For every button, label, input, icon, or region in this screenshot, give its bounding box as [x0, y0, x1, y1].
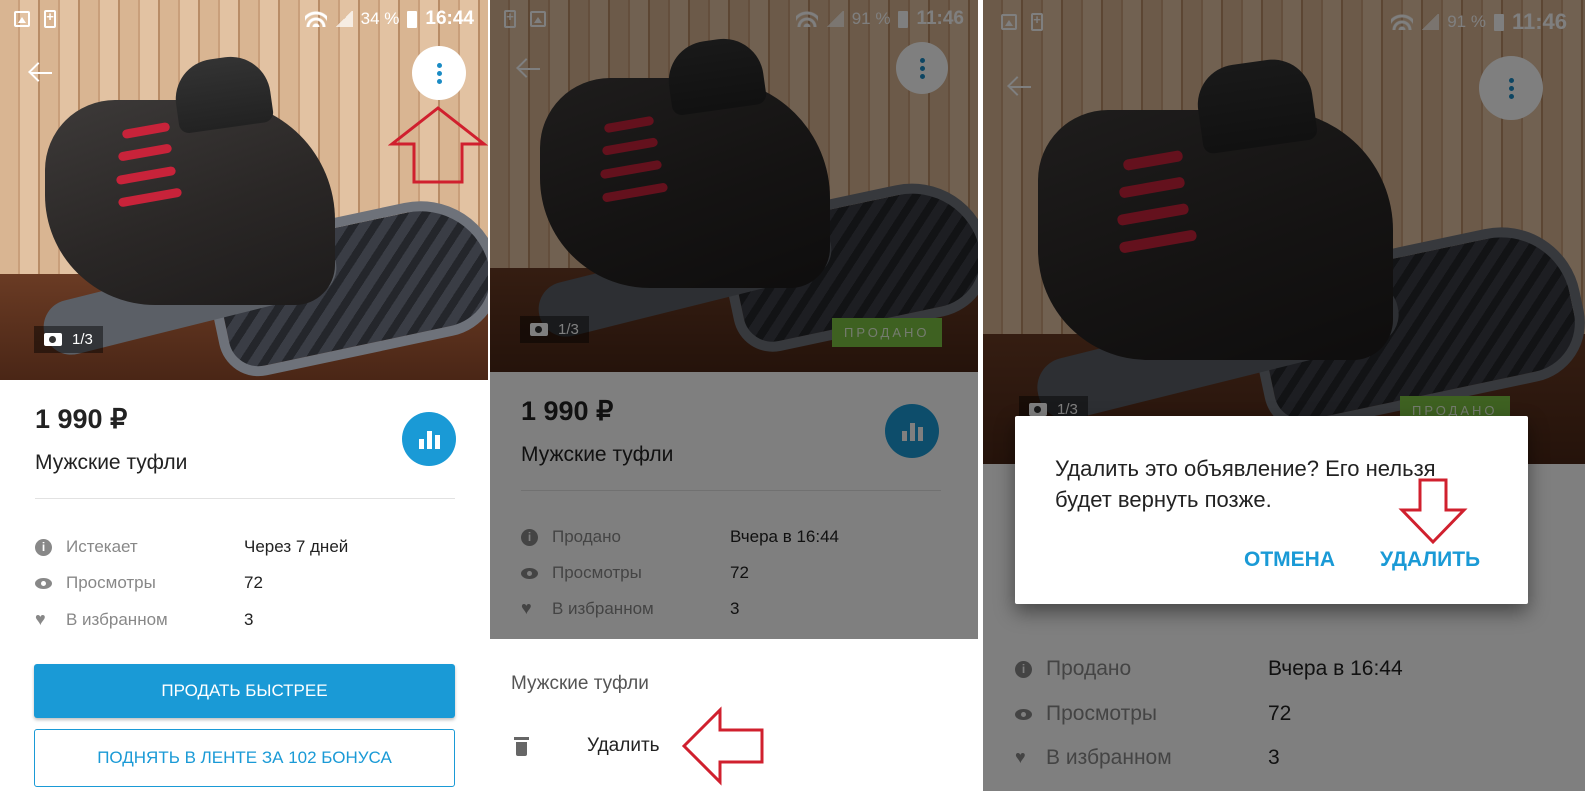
annotation-arrow-left — [681, 706, 764, 786]
screen-delete-confirm: 91 % 11:46 1/3 ПРОДАНО Продано Вчера в 1… — [983, 0, 1585, 791]
menu-item-delete-label: Удалить — [587, 735, 660, 756]
raise-in-feed-button[interactable]: ПОДНЯТЬ В ЛЕНТЕ ЗА 102 БОНУСА — [34, 729, 455, 787]
scrim[interactable] — [490, 0, 978, 639]
signal-icon — [334, 11, 353, 27]
wifi-icon — [304, 11, 327, 27]
status-bar: 34 % 16:44 — [0, 0, 488, 38]
scrim[interactable] — [983, 0, 1585, 791]
listing-photo[interactable]: 1/3 — [0, 0, 488, 380]
clock: 16:44 — [425, 8, 474, 29]
annotation-arrow-down — [1398, 478, 1468, 545]
delete-button[interactable]: УДАЛИТЬ — [1380, 548, 1480, 572]
annotation-arrow-up — [388, 106, 488, 184]
more-options-button[interactable] — [412, 46, 466, 100]
divider — [35, 498, 455, 499]
statistics-button[interactable] — [402, 412, 456, 466]
cancel-button[interactable]: ОТМЕНА — [1244, 548, 1335, 572]
gallery-notification-icon — [14, 11, 30, 27]
heart-icon — [35, 609, 52, 630]
eye-icon — [35, 575, 52, 592]
sheet-title: Мужские туфли — [511, 673, 649, 694]
info-row-expires: Истекает Через 7 дней — [35, 537, 348, 557]
battery-percent: 34 % — [360, 9, 400, 28]
menu-item-delete[interactable]: Удалить — [514, 735, 660, 757]
listing-title: Мужские туфли — [35, 451, 188, 474]
back-arrow-icon[interactable] — [28, 60, 54, 86]
battery-saver-icon — [44, 9, 56, 28]
sell-faster-button[interactable]: ПРОДАТЬ БЫСТРЕЕ — [34, 664, 455, 718]
info-icon — [35, 538, 52, 556]
screen-listing-details: 34 % 16:44 1/3 1 990 ₽ Мужские туфли Ист… — [0, 0, 488, 791]
trash-icon — [514, 736, 529, 756]
photo-counter: 1/3 — [34, 326, 103, 353]
camera-icon — [44, 333, 62, 346]
screen-delete-menu: 91 % 11:46 1/3 ПРОДАНО 1 990 ₽ Мужские т… — [490, 0, 978, 791]
battery-icon — [407, 10, 418, 28]
info-row-favorites: В избранном 3 — [35, 609, 253, 630]
info-row-views: Просмотры 72 — [35, 573, 263, 593]
price: 1 990 ₽ — [35, 404, 128, 434]
